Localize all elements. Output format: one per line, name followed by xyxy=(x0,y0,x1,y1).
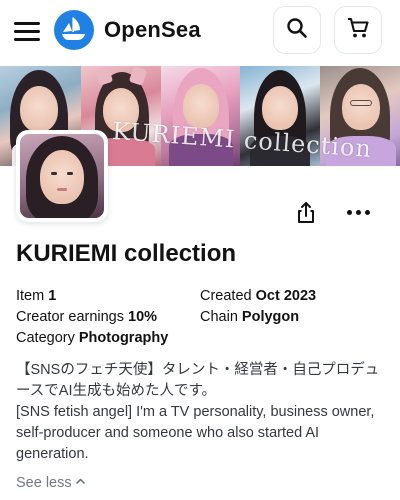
menu-icon[interactable] xyxy=(14,16,44,46)
more-options-button[interactable] xyxy=(347,204,371,220)
stat-created: Created Oct 2023 xyxy=(200,288,317,304)
search-button[interactable] xyxy=(273,6,321,54)
stat-creator-earnings: Creator earnings 10% xyxy=(16,309,158,325)
opensea-logo-icon[interactable] xyxy=(54,10,94,50)
description-japanese: 【SNSのフェチ天使】タレント・経営者・自己プロデュースでAI生成も始めた人です… xyxy=(16,362,380,399)
brand-name[interactable]: OpenSea xyxy=(104,17,201,43)
share-icon xyxy=(293,202,319,230)
search-icon xyxy=(286,17,308,44)
more-icon xyxy=(347,209,352,215)
share-button[interactable] xyxy=(293,200,319,226)
see-less-link[interactable]: See less xyxy=(16,475,86,491)
cart-button[interactable] xyxy=(334,6,382,54)
collection-description: 【SNSのフェチ天使】タレント・経営者・自己プロデュースでAI生成も始めた人です… xyxy=(16,360,386,465)
stat-items: Item 1 xyxy=(16,288,57,304)
collection-title: KURIEMI collection xyxy=(16,240,237,267)
top-nav-bar: OpenSea xyxy=(0,0,400,64)
stat-chain: Chain Polygon xyxy=(200,309,300,325)
collection-avatar[interactable] xyxy=(16,130,108,222)
description-english: [SNS fetish angel] I'm a TV personality,… xyxy=(16,404,375,462)
chevron-up-icon xyxy=(75,475,86,491)
stat-category: Category Photography xyxy=(16,330,169,346)
cart-icon xyxy=(346,16,370,45)
